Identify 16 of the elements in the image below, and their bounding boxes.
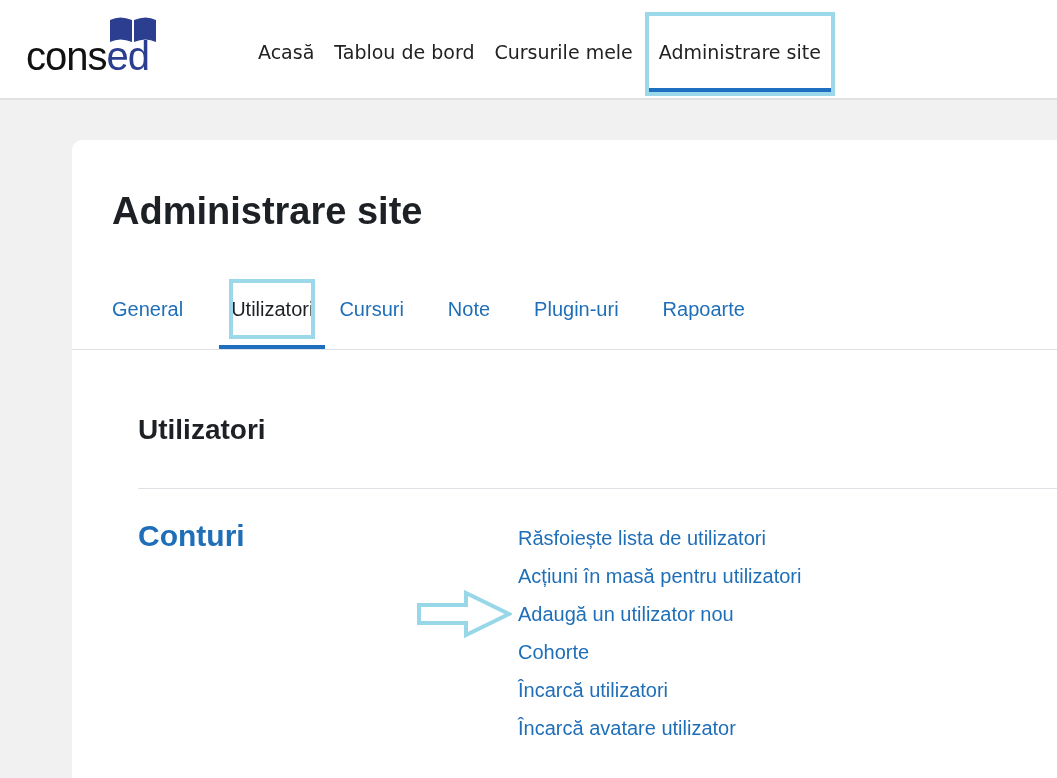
nav-link[interactable]: Tablou de bord <box>326 12 483 96</box>
tab[interactable]: General <box>82 269 214 349</box>
admin-link[interactable]: Încarcă avatare utilizator <box>518 716 736 740</box>
category-heading: Conturi <box>138 519 246 554</box>
section-heading: Utilizatori <box>138 413 267 446</box>
admin-link[interactable]: Cohorte <box>518 640 590 664</box>
nav-link[interactable]: Cursurile mele <box>486 12 641 96</box>
admin-link[interactable]: Acțiuni în masă pentru utilizatori <box>518 564 802 588</box>
admin-link[interactable]: Adaugă un utilizator nou <box>518 602 734 626</box>
book-icon <box>108 16 158 42</box>
nav-link[interactable]: Administrare site <box>644 12 835 96</box>
page-title: Administrare site <box>111 189 424 233</box>
admin-link[interactable]: Încarcă utilizatori <box>518 678 669 702</box>
site-logo[interactable]: consed <box>26 0 216 98</box>
admin-link[interactable]: Răsfoiește lista de utilizatori <box>518 526 766 550</box>
nav-link[interactable]: Acasă <box>250 12 323 96</box>
